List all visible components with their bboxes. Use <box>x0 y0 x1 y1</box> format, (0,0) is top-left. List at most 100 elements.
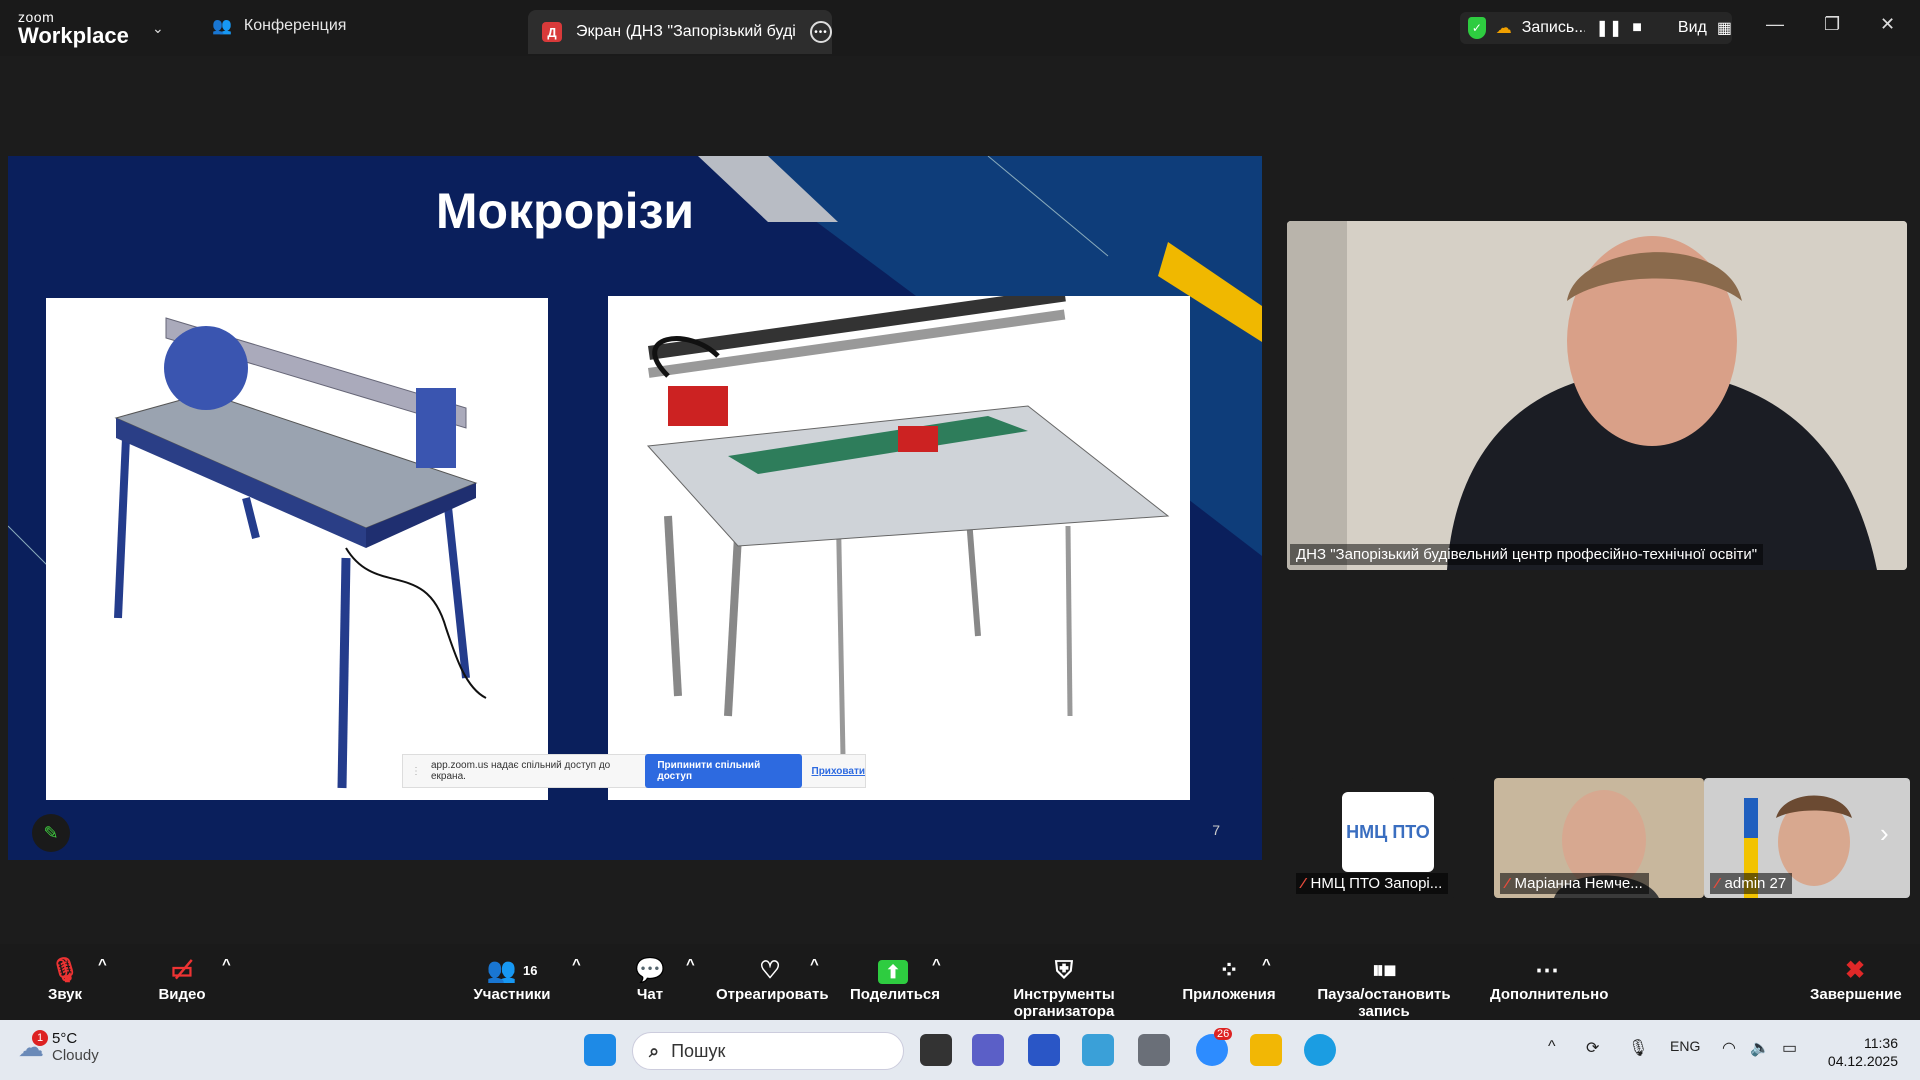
weather-temp: 5°C <box>52 1030 78 1047</box>
tab-meeting[interactable]: 👥 Конференция <box>212 16 346 36</box>
annotate-pen-icon[interactable]: ✎ <box>32 814 70 852</box>
next-page-icon[interactable]: › <box>1880 818 1889 849</box>
zoom-notification-badge: 26 <box>1214 1028 1233 1040</box>
speaker-name-label: ДНЗ "Запорізький будівельний центр профе… <box>1290 544 1764 565</box>
teams-icon[interactable] <box>972 1034 1004 1066</box>
participants-icon: 👥 <box>212 18 232 35</box>
tab-screen-label: Экран (ДНЗ "Запорізький будів <box>576 23 796 40</box>
participants-caret-icon[interactable]: ^ <box>572 956 581 973</box>
logo-top: zoom <box>18 9 55 25</box>
host-tools-button[interactable]: ⛨ Инструменты организатора <box>964 956 1164 1020</box>
participants-count: 16 <box>523 963 538 978</box>
apps-caret-icon[interactable]: ^ <box>1262 956 1271 973</box>
volume-icon[interactable]: 🔈 <box>1750 1038 1770 1058</box>
rail-saw-drawing <box>646 287 1170 757</box>
video-button[interactable]: ▭̸ Видео <box>156 956 208 1003</box>
heart-icon: ♡ <box>759 957 781 984</box>
search-placeholder: Пошук <box>671 1040 726 1061</box>
share-notice-bar: ⋮ app.zoom.us надає спільний доступ до е… <box>402 754 866 788</box>
pause-stop-record-button[interactable]: ⏸⏹ Пауза/остановить запись <box>1294 956 1474 1020</box>
logo-bottom: Workplace <box>18 23 129 48</box>
end-meeting-button[interactable]: ✖ Завершение <box>1810 956 1902 1003</box>
mic-muted-icon: 🎙 <box>49 957 81 984</box>
mic-muted-icon: ⁄ <box>1302 875 1305 892</box>
participant-name: Маріанна Немче... <box>1514 875 1643 892</box>
tile-saw-image-1 <box>46 298 548 800</box>
pause-record-label: Пауза/остановить запись <box>1317 986 1451 1020</box>
drag-handle-icon[interactable]: ⋮ <box>411 766 421 777</box>
store-icon[interactable] <box>1028 1034 1060 1066</box>
mic-muted-icon: ⁄ <box>1716 875 1719 892</box>
more-button[interactable]: ⋯ Дополнительно <box>1490 956 1608 1003</box>
restore-icon[interactable]: ❐ <box>1824 14 1840 35</box>
participants-label: Участники <box>473 986 551 1003</box>
participant-tile[interactable]: ⁄ Маріанна Немче... <box>1494 778 1704 898</box>
tray-expand-icon[interactable]: ^ <box>1548 1038 1556 1056</box>
tile-saw-image-2 <box>608 287 1190 800</box>
audio-options-caret-icon[interactable]: ^ <box>98 956 107 973</box>
calculator-icon[interactable] <box>1138 1034 1170 1066</box>
file-explorer-icon[interactable] <box>1250 1034 1282 1066</box>
tile-saw-drawing <box>114 317 487 789</box>
react-caret-icon[interactable]: ^ <box>810 956 819 973</box>
photos-icon[interactable] <box>1082 1034 1114 1066</box>
tab-screen-badge: Д <box>542 22 562 42</box>
zoom-taskbar-icon[interactable]: 26 <box>1196 1028 1233 1066</box>
weather-widget[interactable]: ☁ 1 5°C Cloudy <box>18 1029 99 1064</box>
participant-name-label: ⁄ admin 27 <box>1710 873 1793 894</box>
recording-label: Запись... <box>1521 19 1586 36</box>
more-icon[interactable]: ••• <box>810 21 832 43</box>
clock-time: 11:36 <box>1864 1035 1898 1051</box>
title-bar: zoom Workplace ⌄ 👥 Конференция Д Экран (… <box>0 0 1920 56</box>
speaker-image <box>1287 221 1907 570</box>
windows-start-icon[interactable] <box>584 1034 616 1066</box>
participant-name: admin 27 <box>1724 875 1787 892</box>
language-indicator[interactable]: ENG <box>1670 1038 1700 1054</box>
taskbar-clock[interactable]: 11:36 04.12.2025 <box>1822 1034 1898 1070</box>
mic-muted-icon: ⁄ <box>1506 875 1509 892</box>
hide-notice-link[interactable]: Приховати <box>812 766 866 777</box>
nmc-logo: НМЦ ПТО <box>1342 792 1434 872</box>
microphone-icon[interactable]: 🎙 <box>1628 1038 1648 1058</box>
pause-stop-icon: ⏸⏹ <box>1372 957 1396 984</box>
react-button[interactable]: ♡ Отреагировать <box>716 956 829 1003</box>
shield-icon[interactable]: ✓ <box>1468 17 1486 39</box>
sync-icon[interactable]: ⟳ <box>1586 1038 1599 1058</box>
close-icon[interactable]: ✕ <box>1880 14 1895 35</box>
view-button[interactable]: Вид <box>1678 19 1707 37</box>
search-icon: ⌕ <box>649 1040 660 1061</box>
participant-tile[interactable]: НМЦ ПТО ⁄ НМЦ ПТО Запорі... <box>1290 778 1456 898</box>
wifi-icon[interactable]: ◠ <box>1722 1038 1736 1058</box>
task-view-icon[interactable] <box>920 1034 952 1066</box>
end-label: Завершение <box>1810 986 1902 1003</box>
shield-icon: ⛨ <box>1055 957 1073 984</box>
participant-name-label: ⁄ Маріанна Немче... <box>1500 873 1649 894</box>
pause-icon[interactable]: ❚❚ <box>1595 18 1622 38</box>
minimize-icon[interactable]: — <box>1766 14 1784 35</box>
share-label: Поделиться <box>850 986 941 1003</box>
more-icon: ⋯ <box>1535 957 1559 984</box>
chat-caret-icon[interactable]: ^ <box>686 956 695 973</box>
speaker-video[interactable] <box>1287 221 1907 570</box>
audio-label: Звук <box>47 986 83 1003</box>
weather-badge: 1 <box>32 1029 48 1046</box>
cloud-record-icon: ☁ <box>1495 20 1512 37</box>
audio-button[interactable]: 🎙 Звук <box>40 956 90 1003</box>
zoom-logo[interactable]: zoom Workplace <box>18 10 129 47</box>
stop-icon[interactable]: ■ <box>1632 19 1642 37</box>
edge-icon[interactable] <box>1304 1034 1336 1066</box>
share-button[interactable]: ⬆ Поделиться <box>850 956 941 1003</box>
cloud-icon: ☁ 1 <box>18 1029 48 1063</box>
meeting-toolbar: 🎙 Звук ^ ▭̸ Видео ^ 👥 16 Участники ^ 💬 Ч… <box>0 944 1920 1020</box>
participants-button[interactable]: 👥 16 Участники <box>470 956 554 1003</box>
tab-screen-share[interactable]: Д Экран (ДНЗ "Запорізький будів ••• <box>528 10 832 54</box>
taskbar-search[interactable]: ⌕ Пошук <box>632 1032 904 1070</box>
chat-button[interactable]: 💬 Чат <box>632 956 668 1003</box>
video-options-caret-icon[interactable]: ^ <box>222 956 231 973</box>
stop-sharing-button[interactable]: Припинити спільний доступ <box>645 754 802 788</box>
battery-icon[interactable]: ▭ <box>1782 1038 1797 1058</box>
view-grid-icon[interactable]: ▦ <box>1717 18 1732 38</box>
chevron-down-icon[interactable]: ⌄ <box>152 20 164 37</box>
share-caret-icon[interactable]: ^ <box>932 956 941 973</box>
video-off-icon: ▭̸ <box>170 957 194 984</box>
